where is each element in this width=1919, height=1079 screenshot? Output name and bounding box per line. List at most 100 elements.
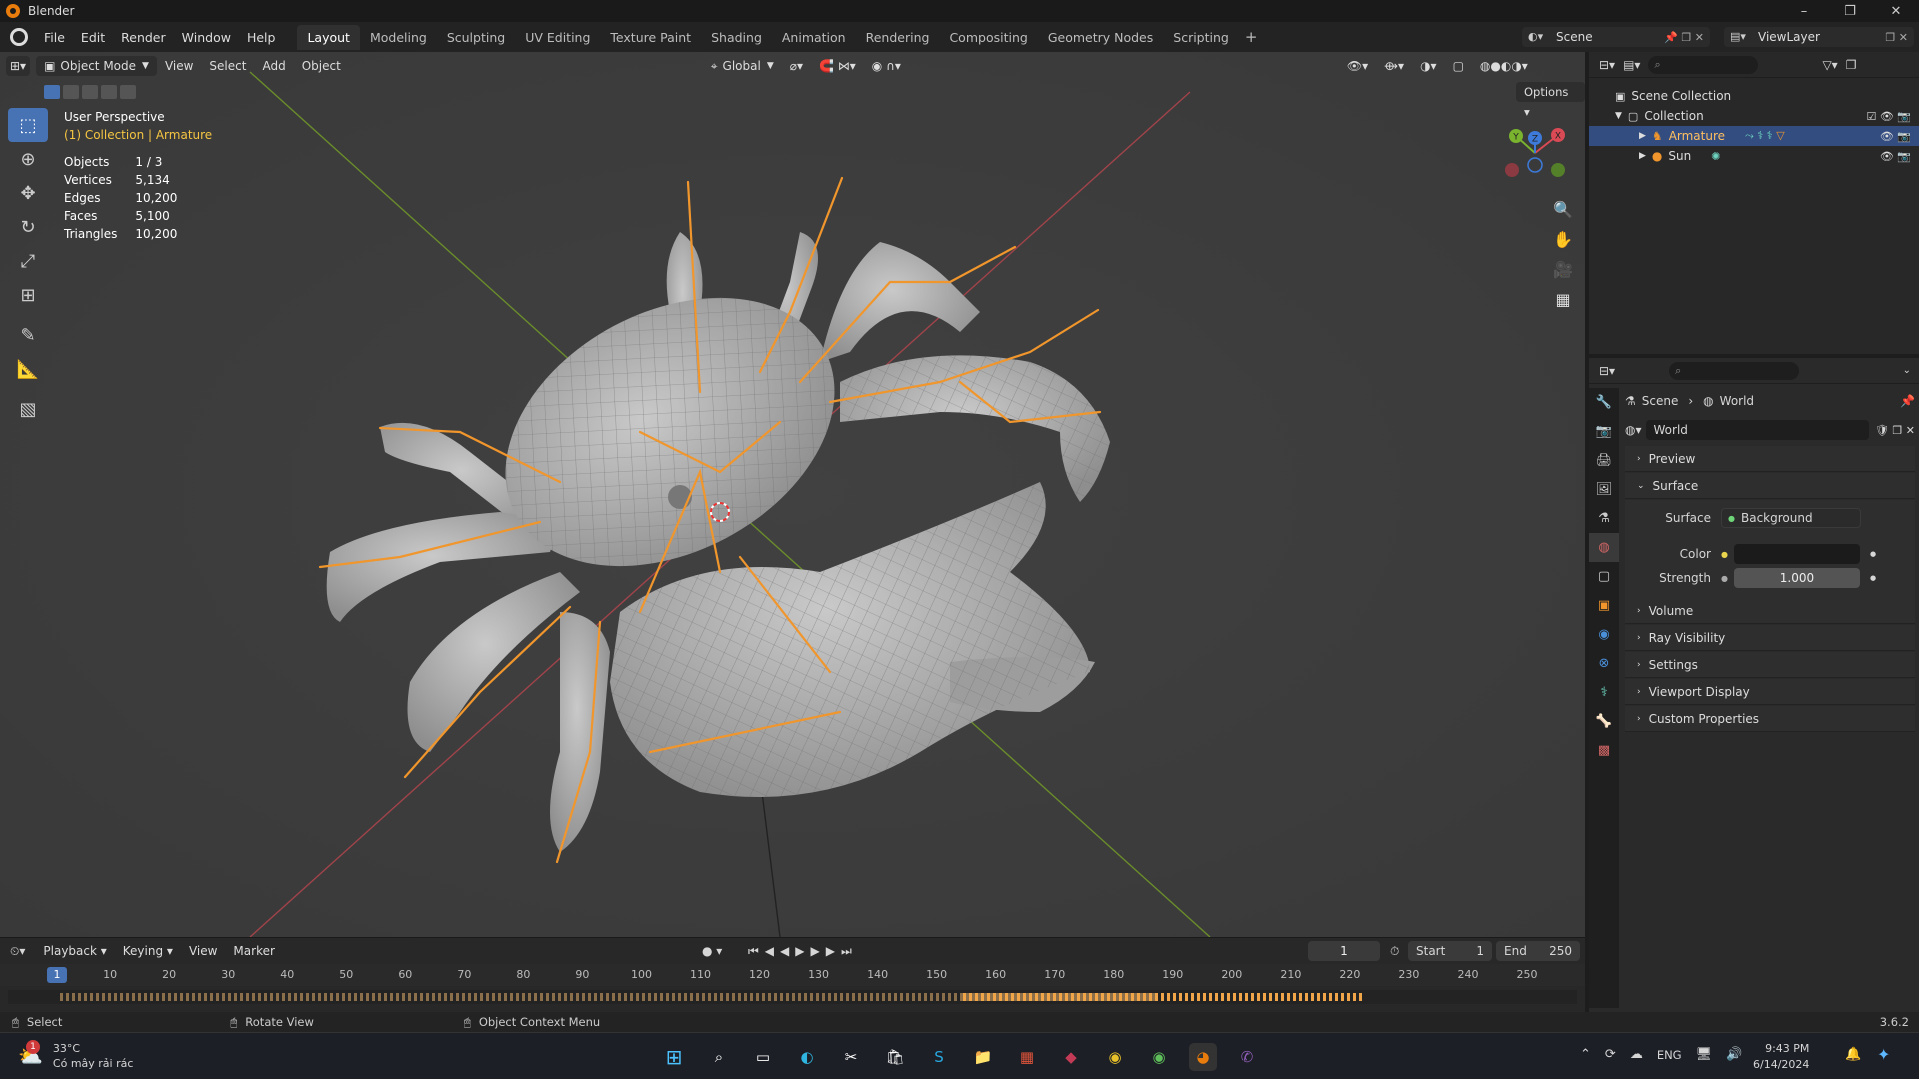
add-workspace-button[interactable]: + <box>1239 28 1264 46</box>
xray-toggle-icon[interactable]: ▢ <box>1445 59 1472 73</box>
properties-editor-icon[interactable]: ⊟▾ <box>1599 364 1615 378</box>
copilot-icon[interactable]: ✦ <box>1877 1045 1890 1064</box>
timeline-menu-playback[interactable]: Playback ▾ <box>35 944 114 958</box>
sync-icon[interactable]: ⟳ <box>1605 1047 1616 1062</box>
chevron-down-icon[interactable]: ⌄ <box>1903 365 1911 376</box>
menu-file[interactable]: File <box>36 30 73 45</box>
auto-keying-icon[interactable]: ● ▾ <box>702 944 722 958</box>
select-new-icon[interactable] <box>44 85 60 99</box>
camera-view-icon[interactable]: 🎥 <box>1548 254 1578 284</box>
color-swatch[interactable] <box>1733 544 1860 564</box>
panel-settings[interactable]: › Settings <box>1625 652 1915 678</box>
editor-type-button[interactable]: ⊞▾ <box>6 56 31 76</box>
blender-taskbar-icon[interactable]: ◕ <box>1189 1043 1217 1071</box>
panel-viewport-display[interactable]: › Viewport Display <box>1625 679 1915 705</box>
timeline-menu-keying[interactable]: Keying ▾ <box>115 944 181 958</box>
filter-icon[interactable]: ▽▾ <box>1822 58 1837 72</box>
current-frame-field[interactable]: 1 <box>1308 941 1380 961</box>
search-icon[interactable]: ⌕ <box>705 1043 733 1071</box>
viewport-menu-select[interactable]: Select <box>201 59 254 73</box>
start-menu-icon[interactable]: ⊞ <box>660 1043 688 1071</box>
armature-data-tab-icon[interactable]: ⚕ <box>1589 678 1619 707</box>
weather-widget[interactable]: ⛅ 1 33°C Có mây rải rác <box>18 1040 133 1071</box>
expand-arrow-icon[interactable]: ▼ <box>1615 111 1622 121</box>
world-tab-icon[interactable]: ◍ <box>1589 533 1619 562</box>
navigation-gizmo[interactable]: X Y Z <box>1500 118 1570 188</box>
annotate-tool-icon[interactable]: ✎ <box>8 318 48 352</box>
tab-layout[interactable]: Layout <box>297 24 360 50</box>
view-layer-actions-icon[interactable]: ❐ ✕ <box>1885 31 1908 44</box>
tab-animation[interactable]: Animation <box>772 25 856 50</box>
select-invert-icon[interactable] <box>101 85 117 99</box>
pin-icon[interactable]: 📌 <box>1900 394 1915 408</box>
minimize-button[interactable]: – <box>1781 0 1827 22</box>
keyframe-track[interactable] <box>8 990 1577 1004</box>
notification-bell-icon[interactable]: 🔔 <box>1845 1047 1861 1062</box>
pivot-icon[interactable]: ⌀▾ <box>782 59 811 73</box>
outliner-row-sun[interactable]: ▶ ● Sun ✺ 👁 📷 <box>1589 146 1919 166</box>
select-subtract-icon[interactable] <box>82 85 98 99</box>
panel-preview[interactable]: › Preview <box>1625 446 1915 472</box>
viewport-menu-add[interactable]: Add <box>254 59 293 73</box>
transform-tool-icon[interactable]: ⊞ <box>8 278 48 312</box>
tool-tab-icon[interactable]: 🔧 <box>1589 388 1619 417</box>
constraints-tab-icon[interactable]: ⊗ <box>1589 649 1619 678</box>
tab-modeling[interactable]: Modeling <box>360 25 437 50</box>
viewport-menu-object[interactable]: Object <box>294 59 349 73</box>
select-intersect-icon[interactable] <box>120 85 136 99</box>
keyframe-dot-icon[interactable]: ● <box>1870 574 1876 582</box>
language-indicator[interactable]: ENG <box>1657 1048 1682 1062</box>
surface-shader-field[interactable]: ● Background <box>1721 508 1861 528</box>
tab-shading[interactable]: Shading <box>701 25 772 50</box>
task-view-icon[interactable]: ▭ <box>749 1043 777 1071</box>
physics-tab-icon[interactable]: ◉ <box>1589 620 1619 649</box>
rotate-tool-icon[interactable]: ↻ <box>8 210 48 244</box>
add-cube-tool-icon[interactable]: ▧ <box>8 392 48 426</box>
cursor-tool-icon[interactable]: ⊕ <box>8 142 48 176</box>
shading-modes-icon[interactable]: ◍●◐◑▾ <box>1472 59 1536 73</box>
panel-volume[interactable]: › Volume <box>1625 598 1915 624</box>
scene-actions-icon[interactable]: 📌 ❐ ✕ <box>1664 31 1704 44</box>
app-icon[interactable]: ◆ <box>1057 1043 1085 1071</box>
row-visibility-icons[interactable]: 👁 📷 <box>1880 150 1911 163</box>
row-visibility-icons[interactable]: 👁 📷 <box>1880 130 1911 143</box>
panel-surface[interactable]: ⌄ Surface <box>1625 473 1915 499</box>
panel-ray-visibility[interactable]: › Ray Visibility <box>1625 625 1915 651</box>
tab-texture-paint[interactable]: Texture Paint <box>600 25 701 50</box>
row-visibility-icons[interactable]: ☑ 👁 📷 <box>1866 110 1911 123</box>
measure-tool-icon[interactable]: 📐 <box>8 352 48 386</box>
outliner-search-field[interactable]: ⌕ <box>1648 55 1759 74</box>
fake-user-icon[interactable]: 🛡 ❐ ✕ <box>1875 424 1915 437</box>
zoom-icon[interactable]: 🔍 <box>1548 194 1578 224</box>
object-tab-icon[interactable]: ▣ <box>1589 591 1619 620</box>
timeline-menu-marker[interactable]: Marker <box>225 944 282 958</box>
tray-chevron-icon[interactable]: ⌃ <box>1580 1047 1591 1062</box>
proportional-edit-icon[interactable]: ◉ ∩▾ <box>864 59 909 73</box>
menu-edit[interactable]: Edit <box>73 30 113 45</box>
skype-icon[interactable]: S <box>925 1043 953 1071</box>
menu-render[interactable]: Render <box>113 30 174 45</box>
panel-custom-properties[interactable]: › Custom Properties <box>1625 706 1915 732</box>
select-extend-icon[interactable] <box>63 85 79 99</box>
scene-selector[interactable]: ◐▾ Scene 📌 ❐ ✕ <box>1522 27 1710 47</box>
expand-arrow-icon[interactable]: ▶ <box>1639 131 1646 141</box>
outliner-row-collection[interactable]: ▼ ▢ Collection ☑ 👁 📷 <box>1589 106 1919 126</box>
tab-geometry-nodes[interactable]: Geometry Nodes <box>1038 25 1163 50</box>
ortho-grid-icon[interactable]: ▦ <box>1548 284 1578 314</box>
snipping-tool-icon[interactable]: ✂ <box>837 1043 865 1071</box>
world-browse-icon[interactable]: ◍▾ <box>1625 423 1642 437</box>
pan-hand-icon[interactable]: ✋ <box>1548 224 1578 254</box>
new-collection-icon[interactable]: ❐ <box>1846 58 1857 72</box>
edge-browser-icon[interactable]: ◐ <box>793 1043 821 1071</box>
scale-tool-icon[interactable]: ⤢ <box>8 244 48 278</box>
tab-sculpting[interactable]: Sculpting <box>437 25 515 50</box>
office-icon[interactable]: ▦ <box>1013 1043 1041 1071</box>
texture-tab-icon[interactable]: ▩ <box>1589 736 1619 765</box>
file-explorer-icon[interactable]: 📁 <box>969 1043 997 1071</box>
viewport-menu-view[interactable]: View <box>157 59 201 73</box>
snap-icon[interactable]: 🧲 ⋈▾ <box>811 59 864 73</box>
clock[interactable]: 9:43 PM 6/14/2024 <box>1753 1041 1809 1073</box>
bone-tab-icon[interactable]: 🦴 <box>1589 707 1619 736</box>
viber-icon[interactable]: ✆ <box>1233 1043 1261 1071</box>
outliner-editor-icon[interactable]: ⊟▾ <box>1599 58 1615 72</box>
